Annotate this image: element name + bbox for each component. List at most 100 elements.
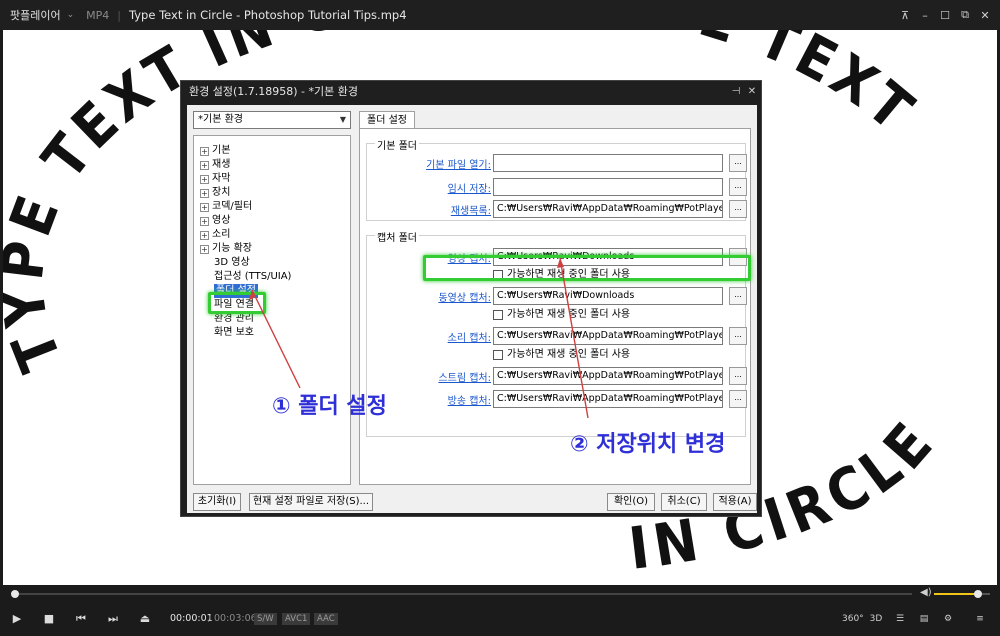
expand-icon[interactable]: +	[200, 174, 209, 184]
maximize-icon[interactable]: ☐	[936, 0, 954, 30]
close-icon[interactable]: ✕	[976, 0, 994, 30]
basic-folder-group: 기본 폴더 기본 파일 열기: ... 임시 저장: ... 재생목록: C:₩…	[366, 137, 747, 221]
save-config-button[interactable]: 현재 설정 파일로 저장(S)...	[249, 493, 373, 511]
format-label: MP4	[86, 8, 110, 22]
tree-item-subtitles[interactable]: + 자막	[200, 172, 230, 186]
time-total[interactable]: 00:03:06	[214, 613, 257, 624]
broadcast-capture-field[interactable]: C:₩Users₩Ravi₩AppData₩Roaming₩PotPlayerM…	[493, 390, 723, 408]
playlist-field[interactable]: C:₩Users₩Ravi₩AppData₩Roaming₩PotPlayerM…	[493, 200, 723, 218]
audio-capture-field[interactable]: C:₩Users₩Ravi₩AppData₩Roaming₩PotPlayerM…	[493, 327, 723, 345]
fullscreen-icon[interactable]: ⧉	[956, 0, 974, 30]
row-playlist: 재생목록: C:₩Users₩Ravi₩AppData₩Roaming₩PotP…	[367, 200, 747, 218]
chevron-down-icon[interactable]: ⌄	[67, 10, 75, 20]
menu-icon[interactable]: ≡	[970, 609, 990, 629]
browse-button[interactable]: ...	[729, 178, 747, 196]
title-separator: |	[117, 8, 121, 22]
browse-button[interactable]: ...	[729, 287, 747, 305]
broadcast-capture-label[interactable]: 방송 캡처:	[448, 392, 491, 407]
dialog-title: 환경 설정(1.7.18958) - *기본 환경	[189, 85, 358, 98]
minimize-icon[interactable]: –	[916, 0, 934, 30]
folder-settings-highlight	[208, 292, 266, 314]
next-icon[interactable]: ⏭	[102, 609, 124, 629]
tree-item-playback[interactable]: + 재생	[200, 158, 230, 172]
decoder-badge[interactable]: S/W	[254, 613, 277, 625]
tree-item-screensaver[interactable]: 화면 보호	[214, 326, 254, 340]
dialog-title-bar: 환경 설정(1.7.18958) - *기본 환경 ⊣ ✕	[181, 81, 761, 103]
group-title: 캡처 폴더	[375, 229, 419, 244]
tab-folder-settings[interactable]: 폴더 설정	[359, 111, 415, 129]
tree-item-extensions[interactable]: + 기능 확장	[200, 242, 252, 256]
gear-icon[interactable]: ⚙	[938, 609, 958, 629]
audio-capture-label[interactable]: 소리 캡처:	[448, 329, 491, 344]
default-open-field[interactable]	[493, 154, 723, 172]
default-open-label[interactable]: 기본 파일 열기:	[426, 156, 491, 171]
time-current: 00:00:01	[170, 613, 213, 624]
volume-icon[interactable]: ◀)	[920, 587, 932, 598]
play-icon[interactable]: ▶	[6, 609, 28, 629]
row-temp-save: 임시 저장: ...	[367, 178, 747, 196]
potplayer-window: 팟플레이어 ⌄ MP4 | Type Text in Circle - Phot…	[0, 0, 1000, 636]
expand-icon[interactable]: +	[200, 188, 209, 198]
row-stream-capture: 스트림 캡처: C:₩Users₩Ravi₩AppData₩Roaming₩Po…	[367, 367, 747, 385]
expand-icon[interactable]: +	[200, 202, 209, 212]
volume-fill	[934, 593, 978, 595]
expand-icon[interactable]: +	[200, 230, 209, 240]
stream-capture-label[interactable]: 스트림 캡처:	[438, 369, 491, 384]
browse-button[interactable]: ...	[729, 327, 747, 345]
temp-save-label[interactable]: 임시 저장:	[448, 180, 491, 195]
tree-item-codecs[interactable]: + 코덱/필터	[200, 200, 252, 214]
reset-button[interactable]: 초기화(I)	[193, 493, 241, 511]
tree-item-config-manage[interactable]: 환경 관리	[214, 312, 254, 326]
expand-icon[interactable]: +	[200, 160, 209, 170]
expand-icon[interactable]: +	[200, 216, 209, 226]
previous-icon[interactable]: ⏮	[70, 609, 92, 629]
volume-handle[interactable]	[973, 590, 982, 598]
dialog-close-icon[interactable]: ✕	[745, 81, 759, 103]
stop-icon[interactable]: ■	[38, 609, 60, 629]
temp-save-field[interactable]	[493, 178, 723, 196]
annotation-change-location: ② 저장위치 변경	[570, 432, 726, 457]
expand-icon[interactable]: +	[200, 244, 209, 254]
audio-codec-badge[interactable]: AAC	[314, 613, 338, 625]
seek-handle[interactable]	[10, 590, 19, 598]
browse-button[interactable]: ...	[729, 367, 747, 385]
seek-track[interactable]	[12, 593, 912, 595]
eject-icon[interactable]: ⏏	[134, 609, 156, 629]
video-codec-badge[interactable]: AVC1	[282, 613, 311, 625]
checkbox-icon[interactable]	[493, 350, 503, 360]
pin-icon[interactable]: ⊣	[729, 81, 743, 103]
browse-button[interactable]: ...	[729, 200, 747, 218]
tree-item-3d[interactable]: 3D 영상	[214, 256, 250, 270]
app-menu-label[interactable]: 팟플레이어	[0, 7, 61, 23]
3d-button[interactable]: 3D	[866, 609, 886, 629]
browse-button[interactable]: ...	[729, 390, 747, 408]
apply-button[interactable]: 적용(A)	[713, 493, 757, 511]
file-title: Type Text in Circle - Photoshop Tutorial…	[129, 8, 407, 22]
control-bar: ▶ ■ ⏮ ⏭ ⏏ 00:00:01 / 00:03:06 S/W AVC1 A…	[0, 603, 1000, 636]
preset-select[interactable]: *기본 환경 ▼	[193, 111, 351, 129]
tree-item-audio[interactable]: + 소리	[200, 228, 230, 242]
playlist-label[interactable]: 재생목록:	[451, 202, 491, 217]
image-capture-highlight	[423, 255, 751, 281]
tree-item-basic[interactable]: + 기본	[200, 144, 230, 158]
audio-capture-checkbox[interactable]: 가능하면 재생 중인 폴더 사용	[493, 348, 630, 362]
vr-360-button[interactable]: 360°	[842, 609, 864, 629]
expand-icon[interactable]: +	[200, 146, 209, 156]
video-capture-label[interactable]: 동영상 캡처:	[438, 289, 491, 304]
title-bar: 팟플레이어 ⌄ MP4 | Type Text in Circle - Phot…	[0, 0, 1000, 30]
checkbox-icon[interactable]	[493, 310, 503, 320]
tree-item-devices[interactable]: + 장치	[200, 186, 230, 200]
browse-button[interactable]: ...	[729, 154, 747, 172]
stream-capture-field[interactable]: C:₩Users₩Ravi₩AppData₩Roaming₩PotPlayerM…	[493, 367, 723, 385]
pin-icon[interactable]: ⊼	[896, 0, 914, 30]
video-capture-field[interactable]: C:₩Users₩Ravi₩Downloads	[493, 287, 723, 305]
tree-item-accessibility[interactable]: 접근성 (TTS/UIA)	[214, 270, 291, 284]
row-default-open: 기본 파일 열기: ...	[367, 154, 747, 172]
ok-button[interactable]: 확인(O)	[607, 493, 655, 511]
cancel-button[interactable]: 취소(C)	[661, 493, 707, 511]
panel-icon[interactable]: ▤	[914, 609, 934, 629]
playlist-search-icon[interactable]: ☰	[890, 609, 910, 629]
seek-bar-area: ◀)	[0, 585, 1000, 603]
tree-item-video[interactable]: + 영상	[200, 214, 230, 228]
video-capture-checkbox[interactable]: 가능하면 재생 중인 폴더 사용	[493, 308, 630, 322]
